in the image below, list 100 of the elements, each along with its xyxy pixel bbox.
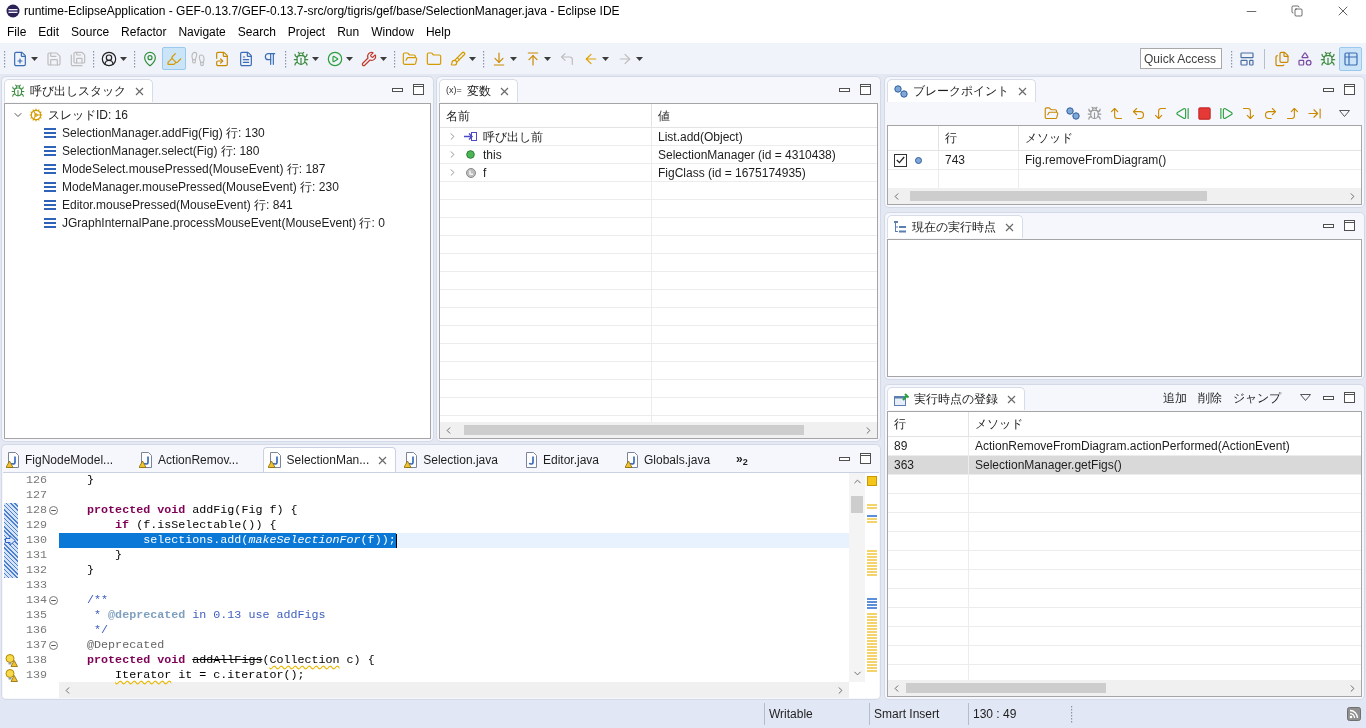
column-header[interactable]: 名前 [446, 106, 470, 125]
action-button[interactable]: 削除 [1198, 388, 1222, 407]
selected-row[interactable]: 363 SelectionManager.getFigs() [888, 456, 1361, 475]
tree-item[interactable]: Editor.mousePressed(MouseEvent) 行: 841 [5, 196, 293, 214]
maximize-icon[interactable] [860, 84, 871, 95]
warning-bulb-icon[interactable] [5, 669, 18, 682]
perspective-button[interactable] [1339, 46, 1362, 71]
column-header[interactable]: 行 [894, 415, 906, 433]
feed-icon[interactable] [1347, 707, 1361, 721]
horizontal-scrollbar[interactable] [59, 682, 849, 698]
fold-minus-icon[interactable] [48, 641, 58, 650]
warning-bulb-icon[interactable] [5, 654, 18, 667]
action-button[interactable]: ジャンプ [1233, 388, 1281, 407]
menu-item[interactable]: Project [281, 23, 332, 42]
tree-item[interactable]: SelectionManager.select(Fig) 行: 180 [5, 142, 260, 160]
curved-arrow-icon[interactable] [1131, 106, 1146, 121]
maximize-icon[interactable] [1344, 84, 1355, 95]
fold-minus-icon[interactable] [48, 506, 58, 515]
close-icon[interactable] [1007, 394, 1016, 404]
close-icon[interactable] [499, 86, 509, 96]
tree-item[interactable]: スレッドID: 16 [5, 106, 128, 124]
close-icon[interactable] [1005, 222, 1014, 232]
minimize-icon[interactable] [1323, 395, 1334, 400]
restore-window-icon[interactable] [1291, 5, 1303, 17]
arrow-right-icon[interactable] [1307, 106, 1322, 121]
view-tab[interactable]: 実行時点の登録 [887, 387, 1025, 410]
minimize-icon[interactable] [1323, 87, 1334, 92]
column-header[interactable]: メソッド [975, 415, 1023, 433]
scrollbar-thumb[interactable] [906, 683, 1106, 693]
maximize-icon[interactable] [860, 453, 871, 464]
close-icon[interactable] [378, 455, 388, 465]
view-tab[interactable]: (x)= 変数 [439, 79, 518, 102]
horizontal-scrollbar[interactable] [888, 188, 1361, 204]
column-header[interactable]: 値 [658, 106, 670, 125]
menu-item[interactable]: Refactor [115, 23, 173, 42]
tree-item[interactable]: JGraphInternalPane.processMouseEvent(MouseEvent) 行: 0 [5, 214, 385, 232]
tree-item[interactable]: SelectionManager.addFig(Fig) 行: 130 [5, 124, 265, 142]
view-tab[interactable]: 現在の実行時点 [887, 215, 1023, 238]
minimize-icon[interactable] [1323, 223, 1334, 228]
quick-access-field[interactable]: Quick Access [1140, 48, 1222, 69]
grip-icon[interactable] [133, 49, 136, 68]
grip-icon[interactable] [393, 49, 396, 68]
menu-item[interactable]: Navigate [172, 23, 232, 42]
minimize-icon[interactable] [839, 456, 850, 461]
maximize-icon[interactable] [1344, 392, 1355, 403]
view-menu-icon[interactable] [1300, 394, 1311, 401]
menu-item[interactable]: Run [331, 23, 366, 42]
editor-tab[interactable]: Editor.java [519, 447, 621, 472]
column-header[interactable]: 行 [945, 129, 957, 147]
dots-icon[interactable] [1066, 107, 1080, 120]
horizontal-scrollbar[interactable] [888, 680, 1361, 696]
corner-arrow-icon[interactable] [1153, 106, 1168, 121]
grip-icon[interactable] [3, 49, 6, 68]
menu-item[interactable]: Edit [32, 23, 66, 42]
square-marker-icon[interactable] [867, 476, 877, 486]
horizontal-scrollbar[interactable] [440, 422, 877, 438]
menu-item[interactable]: File [1, 23, 33, 42]
tree-item[interactable]: ModeManager.mousePressed(MouseEvent) 行: 230 [5, 178, 339, 196]
folder-open-icon[interactable] [1044, 106, 1059, 121]
checkbox[interactable] [894, 153, 907, 167]
menu-item[interactable]: Window [365, 23, 420, 42]
grip-icon[interactable] [1070, 705, 1073, 723]
column-header[interactable]: メソッド [1025, 129, 1073, 147]
view-tab[interactable]: ブレークポイント [887, 79, 1036, 102]
stop-icon[interactable] [1197, 106, 1212, 121]
grip-icon[interactable] [482, 49, 485, 68]
vertical-scrollbar[interactable] [849, 473, 865, 682]
corner-arrow-icon[interactable] [1285, 106, 1300, 121]
view-menu-icon[interactable] [1339, 110, 1350, 117]
editor-tab[interactable]: Globals.java [621, 447, 733, 472]
corner-arrow-icon[interactable] [1241, 106, 1256, 121]
grip-icon[interactable] [1230, 49, 1233, 68]
menu-item[interactable]: Source [65, 23, 116, 42]
menu-item[interactable]: Help [419, 23, 457, 42]
action-button[interactable]: 追加 [1163, 388, 1187, 407]
editor-tab[interactable]: FigNodeModel... [2, 447, 136, 472]
fold-minus-icon[interactable] [48, 596, 58, 605]
tab-overflow[interactable]: »$_{2}$ [736, 449, 748, 468]
bug-icon[interactable] [1087, 106, 1102, 121]
corner-arrow-icon[interactable] [1109, 106, 1124, 121]
tree-item[interactable]: ModeSelect.mousePressed(MouseEvent) 行: 187 [5, 160, 326, 178]
editor-tab[interactable]: ActionRemov... [135, 447, 261, 472]
scrollbar-thumb[interactable] [464, 425, 804, 435]
view-tab[interactable]: 呼び出しスタック [4, 79, 153, 102]
scrollbar-thumb[interactable] [910, 191, 1207, 201]
step-forward-icon[interactable] [1219, 106, 1234, 121]
scrollbar-thumb[interactable] [851, 496, 863, 513]
maximize-icon[interactable] [1344, 220, 1355, 231]
maximize-icon[interactable] [413, 84, 424, 95]
minimize-icon[interactable] [839, 87, 850, 92]
step-back-icon[interactable] [1175, 106, 1190, 121]
grip-icon[interactable] [284, 49, 287, 68]
editor-tab[interactable]: Selection.java [400, 447, 520, 472]
close-icon[interactable] [135, 86, 144, 96]
editor-tab[interactable]: SelectionMan... [262, 447, 397, 472]
close-icon[interactable] [1018, 86, 1027, 96]
curved-arrow-icon[interactable] [1263, 106, 1278, 121]
menu-item[interactable]: Search [231, 23, 282, 42]
minimize-icon[interactable] [392, 87, 403, 92]
grip-icon[interactable] [92, 49, 95, 68]
